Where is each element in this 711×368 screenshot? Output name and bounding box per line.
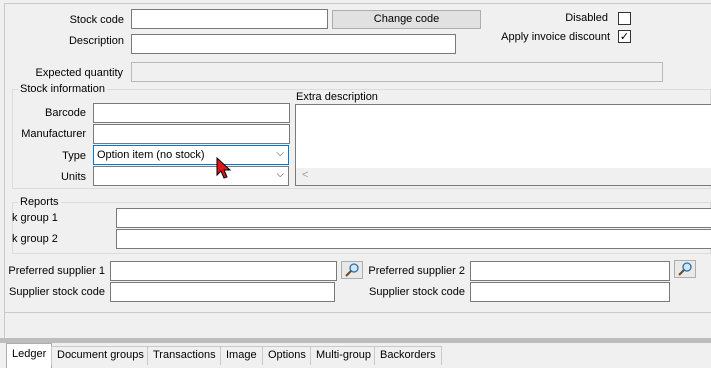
- chevron-down-icon[interactable]: ⌵: [276, 146, 284, 162]
- report-group-2-label: k group 2: [12, 233, 58, 245]
- splitter-bar[interactable]: [0, 338, 711, 343]
- horizontal-scrollbar[interactable]: <: [296, 168, 711, 185]
- expected-quantity-label: Expected quantity: [35, 67, 123, 79]
- units-select[interactable]: ⌵: [93, 166, 289, 186]
- chevron-down-icon[interactable]: ⌵: [276, 167, 284, 183]
- preferred-supplier-2-label: Preferred supplier 2: [368, 265, 465, 277]
- report-group-2-input[interactable]: [116, 229, 711, 249]
- tab-document-groups[interactable]: Document groups: [51, 346, 150, 365]
- type-select[interactable]: Option item (no stock) ⌵: [93, 145, 289, 165]
- type-label: Type: [62, 150, 86, 162]
- tab-options[interactable]: Options: [262, 346, 312, 365]
- apply-invoice-discount-checkbox[interactable]: ✓: [618, 30, 631, 43]
- expected-quantity-input: [131, 62, 663, 82]
- extra-description-label: Extra description: [296, 91, 378, 103]
- description-label: Description: [68, 35, 124, 47]
- manufacturer-label: Manufacturer: [21, 128, 86, 140]
- reports-title: Reports: [18, 195, 61, 209]
- preferred-supplier-1-label: Preferred supplier 1: [8, 265, 105, 277]
- tab-image[interactable]: Image: [220, 346, 263, 365]
- description-input[interactable]: [131, 34, 456, 54]
- disabled-label: Disabled: [565, 12, 608, 24]
- barcode-input[interactable]: [93, 103, 290, 123]
- extra-description-textarea[interactable]: <: [295, 104, 711, 186]
- stock-code-input[interactable]: [131, 9, 328, 29]
- manufacturer-input[interactable]: [93, 124, 290, 144]
- disabled-checkbox[interactable]: [618, 12, 631, 25]
- type-select-value: Option item (no stock): [97, 149, 205, 161]
- mouse-cursor-icon: [216, 157, 232, 179]
- apply-invoice-discount-label: Apply invoice discount: [501, 31, 610, 43]
- magnifier-icon: [678, 262, 692, 276]
- units-label: Units: [60, 171, 86, 183]
- divider: [4, 312, 711, 313]
- report-group-1-input[interactable]: [116, 208, 711, 228]
- tab-multi-group[interactable]: Multi-group: [310, 346, 378, 365]
- report-group-1-label: k group 1: [12, 212, 58, 224]
- supplier-stock-code-2-input[interactable]: [470, 282, 670, 302]
- checkmark-icon: ✓: [619, 30, 630, 43]
- magnifier-icon: [345, 263, 359, 277]
- preferred-supplier-2-lookup-button[interactable]: [674, 260, 696, 278]
- barcode-label: Barcode: [45, 107, 86, 119]
- tab-backorders[interactable]: Backorders: [374, 346, 442, 365]
- scroll-left-icon[interactable]: <: [302, 169, 308, 181]
- tab-transactions[interactable]: Transactions: [147, 346, 222, 365]
- preferred-supplier-1-input[interactable]: [110, 261, 337, 281]
- stock-information-title: Stock information: [18, 82, 107, 96]
- supplier-stock-code-2-label: Supplier stock code: [369, 286, 465, 298]
- stock-code-label: Stock code: [69, 14, 124, 26]
- tab-ledger[interactable]: Ledger: [6, 343, 53, 368]
- preferred-supplier-1-lookup-button[interactable]: [341, 261, 363, 279]
- preferred-supplier-2-input[interactable]: [470, 261, 670, 281]
- change-code-button[interactable]: Change code: [332, 10, 481, 29]
- supplier-stock-code-1-label: Supplier stock code: [9, 286, 105, 298]
- supplier-stock-code-1-input[interactable]: [110, 282, 335, 302]
